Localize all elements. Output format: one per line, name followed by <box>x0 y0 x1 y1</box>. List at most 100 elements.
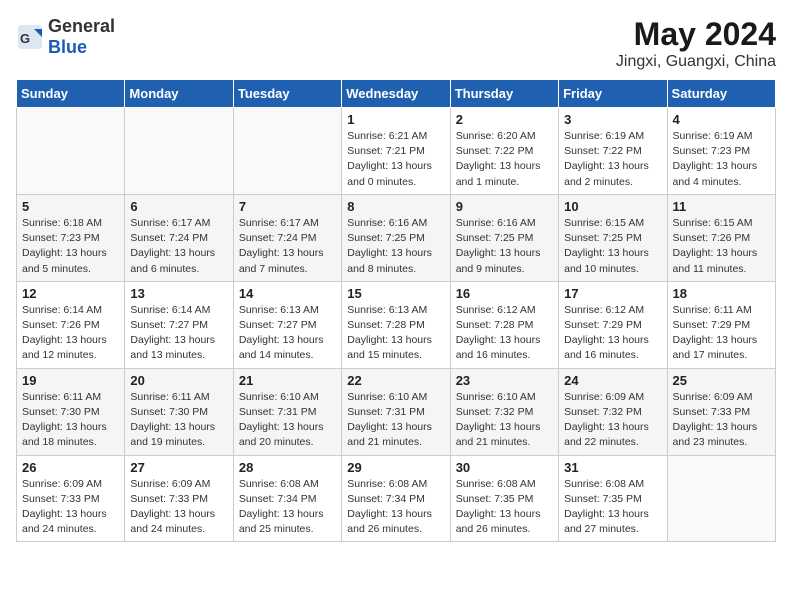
day-number: 13 <box>130 286 227 301</box>
day-number: 3 <box>564 112 661 127</box>
cell-info: Sunrise: 6:10 AMSunset: 7:31 PMDaylight:… <box>347 390 444 451</box>
cell-info: Sunrise: 6:10 AMSunset: 7:31 PMDaylight:… <box>239 390 336 451</box>
day-number: 25 <box>673 373 770 388</box>
main-title: May 2024 <box>616 16 776 53</box>
calendar-cell: 20Sunrise: 6:11 AMSunset: 7:30 PMDayligh… <box>125 368 233 455</box>
calendar-cell: 21 Sunrise: 6:10 AMSunset: 7:31 PMDayligh… <box>233 368 341 455</box>
day-number: 18 <box>673 286 770 301</box>
day-number: 7 <box>239 199 336 214</box>
day-number: 6 <box>130 199 227 214</box>
cell-info: Sunrise: 6:11 AMSunset: 7:30 PMDaylight:… <box>22 390 119 451</box>
calendar-cell: 19Sunrise: 6:11 AMSunset: 7:30 PMDayligh… <box>17 368 125 455</box>
calendar-cell: 4 Sunrise: 6:19 AMSunset: 7:23 PMDaylight… <box>667 108 775 195</box>
day-number: 26 <box>22 460 119 475</box>
day-number: 31 <box>564 460 661 475</box>
svg-text:G: G <box>20 31 30 46</box>
calendar-cell <box>125 108 233 195</box>
week-row-5: 26 Sunrise: 6:09 AMSunset: 7:33 PMDayligh… <box>17 455 776 542</box>
day-number: 29 <box>347 460 444 475</box>
cell-info: Sunrise: 6:08 AMSunset: 7:34 PMDaylight:… <box>239 477 336 538</box>
cell-info: Sunrise: 6:12 AMSunset: 7:29 PMDaylight:… <box>564 303 661 364</box>
logo-general: General <box>48 16 115 36</box>
calendar-cell: 30 Sunrise: 6:08 AMSunset: 7:35 PMDayligh… <box>450 455 558 542</box>
week-row-3: 12 Sunrise: 6:14 AMSunset: 7:26 PMDayligh… <box>17 281 776 368</box>
cell-info: Sunrise: 6:11 AMSunset: 7:29 PMDaylight:… <box>673 303 770 364</box>
cell-info: Sunrise: 6:18 AMSunset: 7:23 PMDaylight:… <box>22 216 119 277</box>
day-number: 27 <box>130 460 227 475</box>
calendar-cell: 23 Sunrise: 6:10 AMSunset: 7:32 PMDayligh… <box>450 368 558 455</box>
day-number: 30 <box>456 460 553 475</box>
day-number: 8 <box>347 199 444 214</box>
day-number: 4 <box>673 112 770 127</box>
cell-info: Sunrise: 6:08 AMSunset: 7:34 PMDaylight:… <box>347 477 444 538</box>
calendar-cell: 6 Sunrise: 6:17 AMSunset: 7:24 PMDaylight… <box>125 194 233 281</box>
cell-info: Sunrise: 6:15 AMSunset: 7:26 PMDaylight:… <box>673 216 770 277</box>
calendar-cell: 31 Sunrise: 6:08 AMSunset: 7:35 PMDayligh… <box>559 455 667 542</box>
cell-info: Sunrise: 6:15 AMSunset: 7:25 PMDaylight:… <box>564 216 661 277</box>
col-header-tuesday: Tuesday <box>233 80 341 108</box>
cell-info: Sunrise: 6:17 AMSunset: 7:24 PMDaylight:… <box>130 216 227 277</box>
day-number: 16 <box>456 286 553 301</box>
calendar-cell: 8 Sunrise: 6:16 AMSunset: 7:25 PMDaylight… <box>342 194 450 281</box>
cell-info: Sunrise: 6:21 AMSunset: 7:21 PMDaylight:… <box>347 129 444 190</box>
cell-info: Sunrise: 6:09 AMSunset: 7:33 PMDaylight:… <box>673 390 770 451</box>
day-number: 20 <box>130 373 227 388</box>
subtitle: Jingxi, Guangxi, China <box>616 53 776 71</box>
calendar-cell: 5Sunrise: 6:18 AMSunset: 7:23 PMDaylight… <box>17 194 125 281</box>
cell-info: Sunrise: 6:13 AMSunset: 7:28 PMDaylight:… <box>347 303 444 364</box>
col-header-thursday: Thursday <box>450 80 558 108</box>
calendar-cell: 29 Sunrise: 6:08 AMSunset: 7:34 PMDayligh… <box>342 455 450 542</box>
calendar-cell <box>667 455 775 542</box>
cell-info: Sunrise: 6:09 AMSunset: 7:32 PMDaylight:… <box>564 390 661 451</box>
day-number: 10 <box>564 199 661 214</box>
calendar-cell: 15 Sunrise: 6:13 AMSunset: 7:28 PMDayligh… <box>342 281 450 368</box>
cell-info: Sunrise: 6:17 AMSunset: 7:24 PMDaylight:… <box>239 216 336 277</box>
day-number: 28 <box>239 460 336 475</box>
week-row-2: 5Sunrise: 6:18 AMSunset: 7:23 PMDaylight… <box>17 194 776 281</box>
day-number: 9 <box>456 199 553 214</box>
cell-info: Sunrise: 6:08 AMSunset: 7:35 PMDaylight:… <box>564 477 661 538</box>
cell-info: Sunrise: 6:19 AMSunset: 7:23 PMDaylight:… <box>673 129 770 190</box>
calendar-cell: 18 Sunrise: 6:11 AMSunset: 7:29 PMDayligh… <box>667 281 775 368</box>
cell-info: Sunrise: 6:14 AMSunset: 7:27 PMDaylight:… <box>130 303 227 364</box>
day-number: 23 <box>456 373 553 388</box>
calendar-cell: 28 Sunrise: 6:08 AMSunset: 7:34 PMDayligh… <box>233 455 341 542</box>
header-row: SundayMondayTuesdayWednesdayThursdayFrid… <box>17 80 776 108</box>
calendar-cell: 9 Sunrise: 6:16 AMSunset: 7:25 PMDaylight… <box>450 194 558 281</box>
cell-info: Sunrise: 6:19 AMSunset: 7:22 PMDaylight:… <box>564 129 661 190</box>
calendar-cell: 1 Sunrise: 6:21 AMSunset: 7:21 PMDaylight… <box>342 108 450 195</box>
logo-blue: Blue <box>48 37 87 57</box>
cell-info: Sunrise: 6:14 AMSunset: 7:26 PMDaylight:… <box>22 303 119 364</box>
calendar-cell <box>17 108 125 195</box>
day-number: 21 <box>239 373 336 388</box>
col-header-friday: Friday <box>559 80 667 108</box>
calendar-cell: 16 Sunrise: 6:12 AMSunset: 7:28 PMDayligh… <box>450 281 558 368</box>
calendar-cell: 27 Sunrise: 6:09 AMSunset: 7:33 PMDayligh… <box>125 455 233 542</box>
cell-info: Sunrise: 6:16 AMSunset: 7:25 PMDaylight:… <box>456 216 553 277</box>
calendar-cell: 10 Sunrise: 6:15 AMSunset: 7:25 PMDayligh… <box>559 194 667 281</box>
week-row-4: 19Sunrise: 6:11 AMSunset: 7:30 PMDayligh… <box>17 368 776 455</box>
calendar-table: SundayMondayTuesdayWednesdayThursdayFrid… <box>16 79 776 542</box>
calendar-cell: 13 Sunrise: 6:14 AMSunset: 7:27 PMDayligh… <box>125 281 233 368</box>
cell-info: Sunrise: 6:10 AMSunset: 7:32 PMDaylight:… <box>456 390 553 451</box>
cell-info: Sunrise: 6:12 AMSunset: 7:28 PMDaylight:… <box>456 303 553 364</box>
calendar-cell: 26 Sunrise: 6:09 AMSunset: 7:33 PMDayligh… <box>17 455 125 542</box>
cell-info: Sunrise: 6:20 AMSunset: 7:22 PMDaylight:… <box>456 129 553 190</box>
cell-info: Sunrise: 6:08 AMSunset: 7:35 PMDaylight:… <box>456 477 553 538</box>
cell-info: Sunrise: 6:09 AMSunset: 7:33 PMDaylight:… <box>22 477 119 538</box>
day-number: 15 <box>347 286 444 301</box>
day-number: 1 <box>347 112 444 127</box>
logo-wordmark: General Blue <box>48 16 115 58</box>
day-number: 12 <box>22 286 119 301</box>
cell-info: Sunrise: 6:16 AMSunset: 7:25 PMDaylight:… <box>347 216 444 277</box>
col-header-wednesday: Wednesday <box>342 80 450 108</box>
calendar-cell <box>233 108 341 195</box>
calendar-cell: 11Sunrise: 6:15 AMSunset: 7:26 PMDayligh… <box>667 194 775 281</box>
col-header-monday: Monday <box>125 80 233 108</box>
logo-icon: G <box>16 23 44 51</box>
calendar-cell: 24Sunrise: 6:09 AMSunset: 7:32 PMDayligh… <box>559 368 667 455</box>
logo: G General Blue <box>16 16 115 58</box>
col-header-sunday: Sunday <box>17 80 125 108</box>
cell-info: Sunrise: 6:09 AMSunset: 7:33 PMDaylight:… <box>130 477 227 538</box>
calendar-cell: 7 Sunrise: 6:17 AMSunset: 7:24 PMDaylight… <box>233 194 341 281</box>
